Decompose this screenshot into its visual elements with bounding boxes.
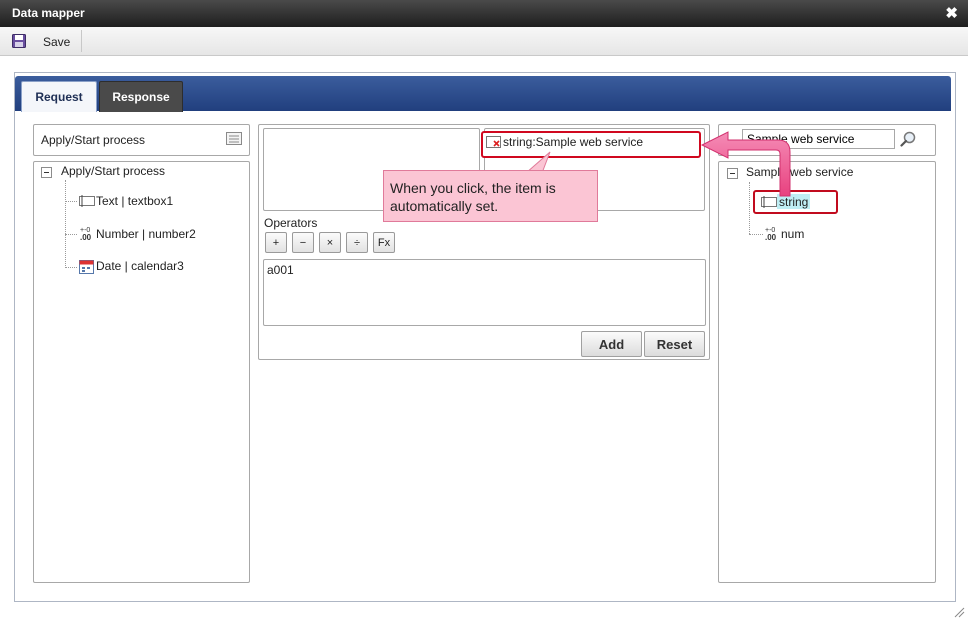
tree-item-text[interactable]: Text | textbox1 (96, 194, 173, 208)
right-tree-panel (718, 161, 936, 583)
function-button[interactable]: Fx (373, 232, 395, 253)
search-icon[interactable] (900, 131, 916, 147)
tree-connector (65, 180, 66, 268)
divide-button[interactable]: ÷ (346, 232, 368, 253)
svg-text:.00: .00 (765, 233, 777, 241)
floppy-disk-icon (12, 34, 26, 48)
tree-connector (65, 201, 77, 202)
resize-grip-icon[interactable] (953, 606, 965, 618)
tree-item-num[interactable]: num (781, 227, 804, 241)
close-icon[interactable]: ✖ (945, 4, 958, 22)
plus-button[interactable]: + (265, 232, 287, 253)
minus-button[interactable]: − (292, 232, 314, 253)
number-icon: +-0 .00 (765, 227, 777, 241)
annotation-arrow (700, 131, 791, 197)
add-button[interactable]: Add (581, 331, 642, 357)
svg-text:.00: .00 (80, 233, 92, 241)
collapse-icon[interactable] (41, 167, 52, 178)
number-icon: +-0 .00 (80, 227, 92, 241)
target-field-label[interactable]: string:Sample web service (503, 135, 643, 149)
tree-item-number[interactable]: Number | number2 (96, 227, 196, 241)
multiply-button[interactable]: × (319, 232, 341, 253)
expression-textarea[interactable] (263, 259, 706, 326)
tree-root-label[interactable]: Apply/Start process (61, 164, 165, 178)
tab-response[interactable]: Response (99, 81, 183, 112)
tree-item-date[interactable]: Date | calendar3 (96, 259, 184, 273)
window-titlebar (0, 0, 968, 27)
window-title: Data mapper (12, 6, 85, 20)
calendar-icon (79, 260, 94, 274)
annotation-callout: When you click, the item is automaticall… (383, 170, 598, 222)
toolbar (0, 27, 968, 56)
list-icon[interactable] (226, 132, 242, 145)
textbox-error-icon (486, 136, 501, 148)
expression-text: a001 (267, 263, 294, 277)
reset-button[interactable]: Reset (644, 331, 705, 357)
left-panel-header-label: Apply/Start process (41, 133, 146, 147)
tree-connector (65, 234, 77, 235)
tree-connector (749, 234, 763, 235)
tree-connector (65, 267, 77, 268)
operators-label: Operators (264, 216, 318, 230)
save-label: Save (43, 35, 71, 49)
textbox-icon (79, 195, 95, 207)
tab-request[interactable]: Request (21, 81, 97, 112)
